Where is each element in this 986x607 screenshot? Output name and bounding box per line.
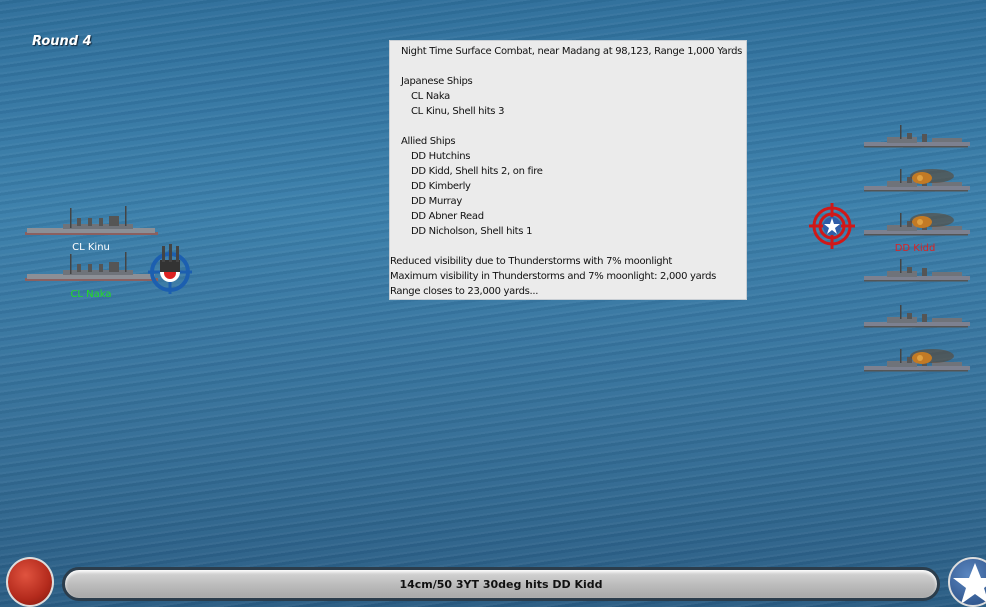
star-icon [953, 563, 986, 604]
combat-message-text: 14cm/50 3YT 30deg hits DD Kidd [399, 577, 603, 591]
japanese-side-button[interactable] [6, 557, 54, 607]
japanese-header: Japanese Ships [401, 76, 473, 87]
allied-ship-entry: DD Abner Read [411, 211, 484, 222]
report-message: Reduced visibility due to Thunderstorms … [390, 256, 672, 267]
ship-dd-kidd-burning[interactable] [862, 166, 972, 194]
allied-ship-entry: DD Kimberly [411, 181, 471, 192]
ship-dd-hutchins[interactable] [862, 122, 972, 150]
allied-ship-entry: DD Nicholson, Shell hits 1 [411, 226, 533, 237]
report-message: Range closes to 23,000 yards... [390, 286, 539, 297]
ship-cl-kinu[interactable] [25, 204, 160, 240]
allied-header: Allied Ships [401, 136, 456, 147]
japanese-firing-target-icon [148, 244, 192, 294]
ship-dd-kidd[interactable] [862, 210, 972, 238]
report-message: Maximum visibility in Thunderstorms and … [390, 271, 717, 282]
ship-dd-kimberly[interactable] [862, 256, 972, 284]
ship-dd-nicholson[interactable] [862, 346, 972, 374]
report-title: Night Time Surface Combat, near Madang a… [401, 46, 743, 57]
combat-message-bar: 14cm/50 3YT 30deg hits DD Kidd [62, 567, 940, 601]
combat-report-panel: Night Time Surface Combat, near Madang a… [389, 40, 747, 300]
ship-cl-naka[interactable] [25, 250, 160, 286]
japanese-ship-entry: CL Kinu, Shell hits 3 [411, 106, 505, 117]
allied-side-button[interactable] [948, 557, 986, 607]
round-indicator: Round 4 [32, 34, 92, 49]
japanese-ship-entry: CL Naka [411, 91, 450, 102]
ship-label-kidd: DD Kidd [894, 243, 936, 254]
ship-label-naka: CL Naka [70, 289, 112, 300]
allied-ship-entry: DD Hutchins [411, 151, 471, 162]
allied-ship-entry: DD Murray [411, 196, 462, 207]
allied-ship-entry: DD Kidd, Shell hits 2, on fire [411, 166, 543, 177]
allied-target-reticle-icon [809, 203, 855, 249]
ship-dd-murray[interactable] [862, 302, 972, 330]
